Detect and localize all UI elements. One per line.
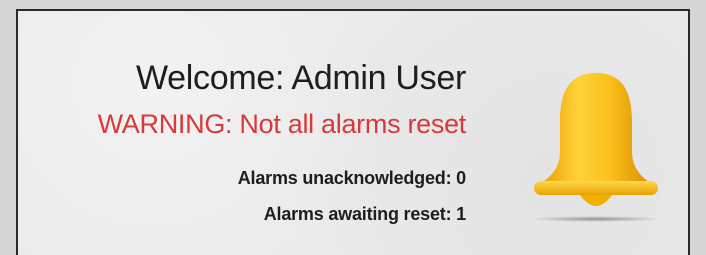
welcome-message: Welcome: Admin User: [135, 59, 466, 97]
alarms-unacknowledged: Alarms unacknowledged: 0: [237, 168, 466, 188]
status-panel: Welcome: Admin User WARNING: Not all ala…: [16, 9, 690, 255]
alarm-warning: WARNING: Not all alarms reset: [97, 109, 467, 139]
alarms-awaiting-reset: Alarms awaiting reset: 1: [263, 204, 466, 224]
bell-icon: [530, 73, 662, 222]
